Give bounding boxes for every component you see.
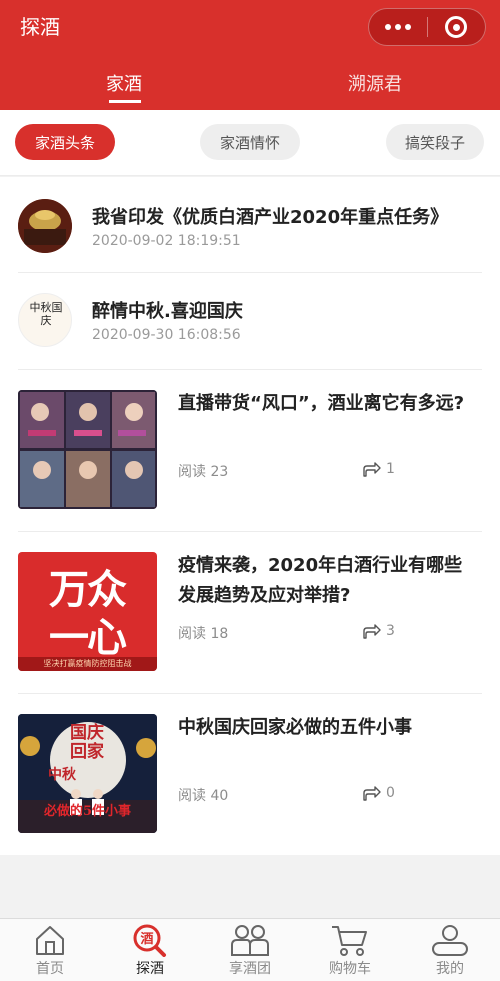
page-title: 探酒 — [20, 15, 60, 39]
close-miniprogram-button[interactable] — [427, 9, 485, 45]
nav-label: 我的 — [436, 961, 464, 977]
more-dot-icon — [394, 24, 401, 30]
read-count: 阅读 23 — [178, 464, 229, 480]
user-icon — [432, 925, 468, 956]
article-title: 疫情来袭，2020年白酒行业有哪些发展趋势及应对举措? — [178, 555, 463, 606]
article-avatar: 中秋国庆 — [18, 293, 72, 347]
nav-home[interactable]: 首页 — [0, 919, 100, 981]
share-count: 0 — [386, 785, 395, 801]
more-dot-icon — [404, 24, 411, 30]
article-list: 我省印发《优质白酒产业2020年重点任务》 2020-09-02 18:19:5… — [0, 177, 500, 855]
miniprogram-capsule — [368, 8, 486, 46]
thumbnail-caption: 坚决打赢疫情防控阻击战 — [18, 657, 157, 671]
home-icon — [36, 926, 64, 955]
nav-group[interactable]: 享酒团 — [200, 919, 300, 981]
share-button[interactable]: 0 — [362, 785, 395, 801]
list-item[interactable]: 万众一心 坚决打赢疫情防控阻击战 疫情来袭，2020年白酒行业有哪些发展趋势及应… — [0, 531, 500, 693]
top-tabs: 家酒 溯源君 — [0, 60, 500, 108]
article-title: 直播带货“风口”，酒业离它有多远? — [178, 393, 465, 414]
article-title: 醉情中秋.喜迎国庆 — [92, 301, 243, 322]
list-item[interactable]: 国庆回家 中秋 必做的5件小事 中秋国庆回家必做的五件小事 阅读 40 0 — [0, 693, 500, 855]
article-avatar — [18, 199, 72, 253]
chip-jokes[interactable]: 搞笑段子 — [386, 124, 484, 160]
nav-tanjiu[interactable]: 酒 探酒 — [100, 919, 200, 981]
share-button[interactable]: 1 — [362, 461, 395, 477]
chip-sentiment[interactable]: 家酒情怀 — [200, 124, 300, 160]
group-icon — [231, 925, 269, 956]
share-icon — [363, 462, 381, 477]
article-date: 2020-09-02 18:19:51 — [92, 233, 241, 249]
share-count: 3 — [386, 623, 395, 639]
read-count: 阅读 40 — [178, 788, 229, 804]
target-icon — [445, 16, 468, 38]
tab-suyuanjun[interactable]: 溯源君 — [348, 70, 402, 96]
nav-cart[interactable]: 购物车 — [300, 919, 400, 981]
thumbnail-text: 国庆回家 — [70, 723, 104, 762]
article-thumbnail: 万众一心 坚决打赢疫情防控阻击战 — [18, 552, 157, 671]
tab-jiajiu[interactable]: 家酒 — [106, 70, 142, 96]
article-date: 2020-09-30 16:08:56 — [92, 327, 241, 343]
nav-label: 购物车 — [329, 961, 371, 977]
more-button[interactable] — [369, 9, 427, 45]
subtab-bar: 家酒头条 家酒情怀 搞笑段子 — [0, 110, 500, 176]
thumbnail-text: 万众一心 — [49, 567, 127, 661]
list-item[interactable]: 直播带货“风口”，酒业离它有多远? 阅读 23 1 — [0, 369, 500, 531]
bottom-nav: 首页 酒 探酒 享酒团 购物车 我的 — [0, 918, 500, 981]
article-thumbnail — [18, 390, 157, 509]
article-title: 我省印发《优质白酒产业2020年重点任务》 — [92, 207, 449, 228]
share-icon — [363, 624, 381, 639]
article-thumbnail: 国庆回家 中秋 必做的5件小事 — [18, 714, 157, 833]
avatar-text: 中秋国庆 — [29, 301, 63, 327]
article-title: 中秋国庆回家必做的五件小事 — [178, 717, 412, 738]
nav-mine[interactable]: 我的 — [400, 919, 500, 981]
nav-label: 享酒团 — [229, 961, 271, 977]
thumbnail-caption: 必做的5件小事 — [43, 804, 132, 819]
share-count: 1 — [386, 461, 395, 477]
header: 探酒 家酒 溯源君 — [0, 0, 500, 110]
share-button[interactable]: 3 — [362, 623, 395, 639]
wine-search-icon: 酒 — [133, 924, 166, 957]
thumbnail-text-secondary: 中秋 — [48, 767, 76, 783]
share-icon — [363, 786, 381, 801]
chip-headlines[interactable]: 家酒头条 — [15, 124, 115, 160]
nav-label: 首页 — [36, 961, 64, 977]
list-item[interactable]: 我省印发《优质白酒产业2020年重点任务》 2020-09-02 18:19:5… — [0, 177, 500, 273]
read-count: 阅读 18 — [178, 626, 229, 642]
more-dot-icon — [384, 24, 391, 30]
cart-icon — [332, 926, 367, 956]
svg-text:酒: 酒 — [140, 932, 153, 947]
nav-label: 探酒 — [136, 961, 164, 977]
list-item[interactable]: 中秋国庆 醉情中秋.喜迎国庆 2020-09-30 16:08:56 — [0, 273, 500, 369]
active-tab-indicator — [109, 100, 141, 103]
